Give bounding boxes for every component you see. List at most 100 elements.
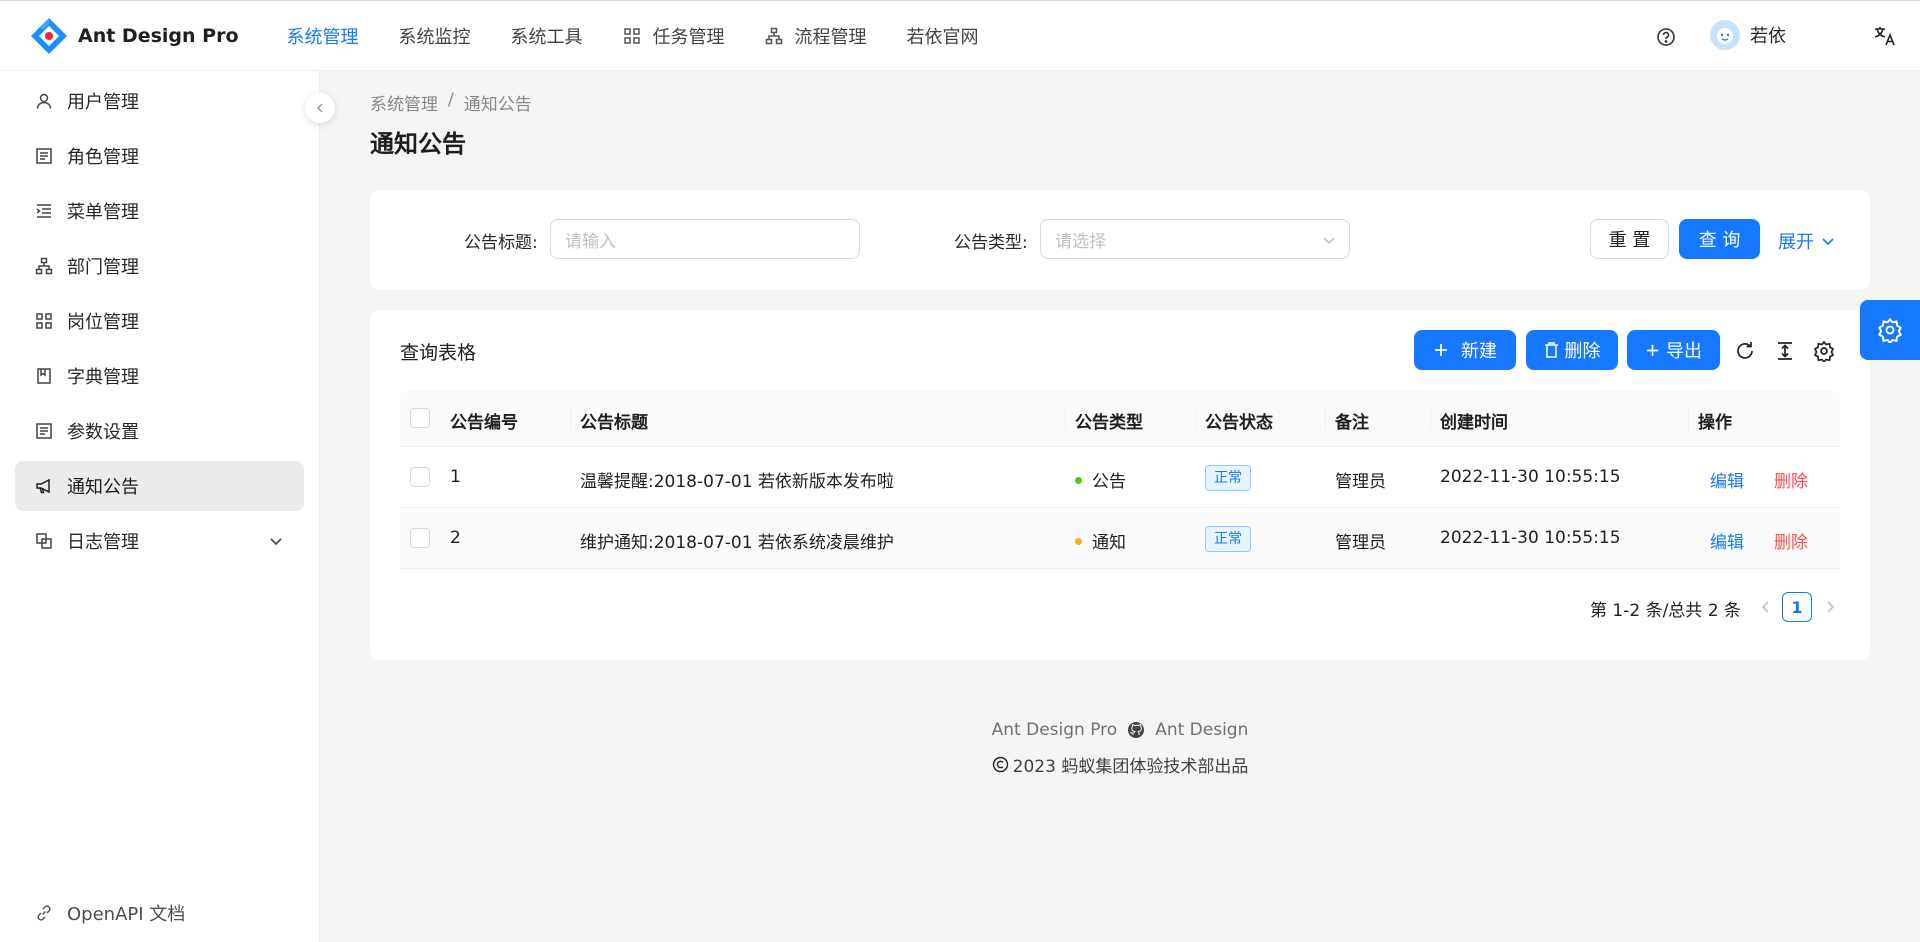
reset-button[interactable]: 重 置	[1590, 219, 1669, 259]
pagination: 第 1-2 条/总共 2 条 1	[370, 592, 1870, 622]
cell-title: 维护通知:2018-07-01 若依系统凌晨维护	[580, 533, 894, 553]
sidebar-item-label: 岗位管理	[67, 312, 139, 333]
chevron-down-icon	[270, 538, 282, 546]
cell-remark: 管理员	[1335, 472, 1386, 492]
user-menu[interactable]: 若依	[1710, 20, 1786, 50]
sidebar-item-notices[interactable]: 通知公告	[15, 461, 304, 511]
top-nav-label: 若依官网	[906, 26, 979, 48]
col-header-type[interactable]: 公告类型	[1075, 408, 1143, 433]
logo[interactable]: Ant Design Pro	[28, 1, 239, 70]
sidebar-item-dictionary[interactable]: 字典管理	[15, 351, 304, 401]
cell-remark: 管理员	[1335, 533, 1386, 553]
settings-drawer-button[interactable]	[1860, 300, 1920, 360]
delete-link[interactable]: 删除	[1774, 528, 1808, 553]
sidebar-openapi-link[interactable]: OpenAPI 文档	[35, 900, 185, 926]
edit-link[interactable]: 编辑	[1710, 467, 1744, 492]
footer: Ant Design Pro Ant Design 2023 蚂蚁集团体验技术部…	[370, 720, 1870, 777]
new-button[interactable]: 新建	[1414, 330, 1516, 370]
delete-link[interactable]: 删除	[1774, 467, 1808, 492]
translation-icon[interactable]	[1872, 23, 1898, 49]
top-nav-label: 系统工具	[510, 26, 583, 48]
sidebar-item-label: 日志管理	[67, 532, 139, 553]
sidebar-item-parameters[interactable]: 参数设置	[15, 406, 304, 456]
footer-link-ant-design[interactable]: Ant Design	[1155, 720, 1248, 740]
export-button[interactable]: 导出	[1627, 330, 1720, 370]
row-checkbox[interactable]	[410, 467, 430, 487]
apartment-icon	[765, 27, 782, 44]
top-nav-system-tools[interactable]: 系统工具	[491, 1, 603, 70]
notice-type-label: 公告类型:	[954, 233, 1028, 253]
sidebar-item-users[interactable]: 用户管理	[15, 76, 304, 126]
sidebar-item-posts[interactable]: 岗位管理	[15, 296, 304, 346]
edit-link[interactable]: 编辑	[1710, 528, 1744, 553]
app-title: Ant Design Pro	[78, 24, 239, 47]
top-nav-task-management[interactable]: 任务管理	[603, 1, 745, 70]
table-row: 2 维护通知:2018-07-01 若依系统凌晨维护 通知 正常 管理员 202…	[400, 508, 1840, 569]
col-header-created[interactable]: 创建时间	[1440, 408, 1508, 433]
chevron-left-icon[interactable]	[1758, 599, 1774, 615]
sidebar-item-label: 参数设置	[67, 422, 139, 443]
expand-toggle[interactable]: 展开	[1778, 228, 1836, 254]
chevron-down-icon	[1323, 237, 1335, 245]
query-button[interactable]: 查 询	[1679, 219, 1760, 259]
chevron-right-icon[interactable]	[1822, 599, 1838, 615]
github-icon[interactable]	[1127, 721, 1145, 739]
table-card: 查询表格 新建 删除 导出 公告编号 公告标题 公告类型 公告状态 备注 创建时…	[370, 310, 1870, 660]
reload-icon[interactable]	[1734, 340, 1756, 362]
row-checkbox[interactable]	[410, 528, 430, 548]
col-header-title[interactable]: 公告标题	[580, 408, 648, 433]
column-height-icon[interactable]	[1774, 340, 1796, 362]
profile-icon	[36, 423, 52, 439]
status-badge: 正常	[1205, 526, 1251, 552]
question-circle-icon[interactable]	[1654, 25, 1678, 49]
batch-delete-button[interactable]: 删除	[1526, 330, 1618, 370]
sidebar-item-logs[interactable]: 日志管理	[15, 516, 304, 566]
top-nav-system-management[interactable]: 系统管理	[267, 1, 379, 70]
select-all-checkbox[interactable]	[410, 408, 430, 428]
sidebar-item-label: 通知公告	[67, 477, 139, 498]
top-nav-label: 流程管理	[794, 26, 867, 48]
user-icon	[36, 93, 52, 109]
status-dot	[1075, 537, 1082, 545]
breadcrumb-parent[interactable]: 系统管理	[370, 90, 438, 115]
status-badge: 正常	[1205, 465, 1251, 491]
column-divider	[570, 408, 571, 430]
column-divider	[1065, 408, 1066, 430]
table-title: 查询表格	[400, 342, 477, 364]
avatar-face-icon	[1717, 28, 1733, 44]
user-name: 若依	[1750, 26, 1786, 47]
plus-icon	[1435, 344, 1447, 356]
sidebar-item-departments[interactable]: 部门管理	[15, 241, 304, 291]
sidebar: 用户管理 角色管理 菜单管理 部门管理 岗位管理 字典管理 参数设置 通知公告 …	[0, 71, 320, 942]
col-header-id[interactable]: 公告编号	[450, 408, 518, 433]
notice-title-input[interactable]: 请输入	[550, 219, 860, 259]
breadcrumb: 系统管理 / 通知公告	[370, 90, 532, 115]
top-nav-official-site[interactable]: 若依官网	[887, 1, 999, 70]
notice-type-select[interactable]: 请选择	[1040, 219, 1350, 259]
setting-icon[interactable]	[1813, 340, 1835, 362]
sidebar-item-roles[interactable]: 角色管理	[15, 131, 304, 181]
col-header-remark[interactable]: 备注	[1335, 408, 1369, 433]
expand-label: 展开	[1778, 232, 1814, 253]
profile-icon	[36, 148, 52, 164]
pagination-summary: 第 1-2 条/总共 2 条	[1590, 601, 1741, 621]
notice-title-label: 公告标题:	[464, 233, 538, 253]
apartment-icon	[35, 257, 53, 275]
table-header: 公告编号 公告标题 公告类型 公告状态 备注 创建时间 操作	[400, 390, 1840, 447]
plus-icon	[1646, 344, 1659, 356]
sidebar-item-label: 部门管理	[67, 257, 139, 278]
pagination-page-1[interactable]: 1	[1782, 592, 1812, 622]
column-divider	[1688, 408, 1689, 430]
top-nav-process-management[interactable]: 流程管理	[745, 1, 887, 70]
notification-icon	[36, 478, 50, 494]
appstore-icon	[623, 27, 640, 44]
top-nav-system-monitor[interactable]: 系统监控	[379, 1, 491, 70]
delete-icon	[1544, 342, 1558, 358]
footer-link-ant-design-pro[interactable]: Ant Design Pro	[992, 720, 1118, 740]
col-header-status[interactable]: 公告状态	[1205, 408, 1273, 433]
sidebar-collapse-button[interactable]	[305, 93, 335, 123]
openapi-label: OpenAPI 文档	[67, 904, 186, 925]
type-text: 公告	[1092, 472, 1126, 492]
sidebar-item-menus[interactable]: 菜单管理	[15, 186, 304, 236]
col-header-actions: 操作	[1698, 413, 1732, 433]
